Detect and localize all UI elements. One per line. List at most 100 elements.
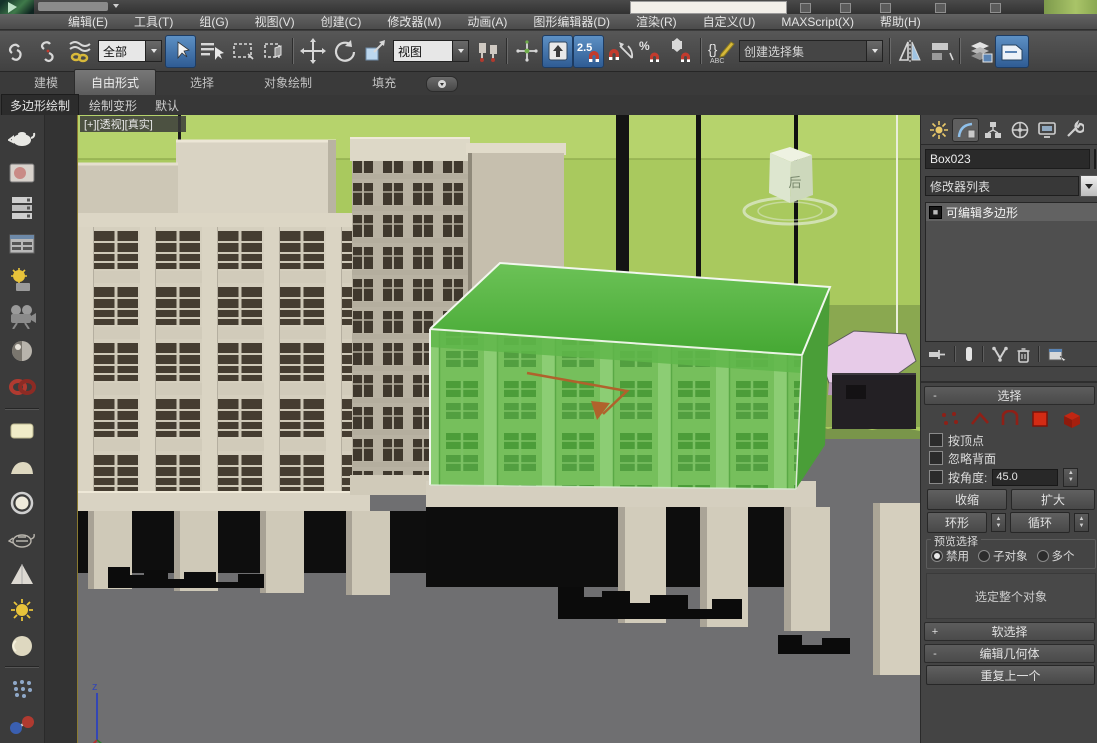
subobject-element-button[interactable] [1060,410,1084,429]
dome-object-button[interactable] [4,450,40,484]
subtab-polydraw[interactable]: 多边形绘制 [1,94,79,117]
rollout-soft-selection-header[interactable]: + 软选择 [924,622,1095,641]
app-logo-icon[interactable] [0,0,34,14]
ring-button[interactable]: 环形 [927,512,987,533]
align-button[interactable] [925,35,956,68]
preview-subobject-radio[interactable] [978,550,990,562]
rectangular-selection-region-button[interactable] [227,35,258,68]
tab-hierarchy[interactable] [979,118,1006,142]
subobject-vertex-button[interactable] [939,410,961,428]
preview-disabled-radio[interactable] [931,550,943,562]
reference-coordsys-dropdown[interactable]: 视图 [393,40,469,62]
disc-object-button[interactable] [4,486,40,520]
stack-expand-icon[interactable]: ■ [929,206,942,219]
object-color-swatch[interactable] [1094,149,1096,169]
graphite-ribbon-toggle[interactable] [995,35,1029,68]
sun-object-button[interactable] [4,593,40,627]
rollout-selection-header[interactable]: - 选择 [924,386,1095,405]
select-object-button[interactable] [165,35,196,68]
menu-modifiers[interactable]: 修改器(M) [374,13,454,30]
select-and-scale-button[interactable] [359,35,390,68]
camera-button[interactable] [4,299,40,333]
viewport-canvas[interactable]: 后 [77,115,920,743]
quick-access-toolbar[interactable] [38,2,108,11]
select-and-manipulate-button[interactable] [511,35,542,68]
edit-named-selection-sets-button[interactable]: {}ABC [705,35,736,68]
material-preview-button[interactable] [4,156,40,190]
tab-create[interactable] [925,118,952,142]
tab-modify[interactable] [952,118,979,142]
subobject-edge-button[interactable] [969,410,991,428]
selection-filter-dropdown[interactable]: 全部 [98,40,162,62]
ignore-backfacing-checkbox[interactable] [929,451,943,465]
make-unique-icon[interactable] [991,346,1009,362]
collapse-icon[interactable]: - [930,648,940,660]
menu-animation[interactable]: 动画(A) [454,13,520,30]
angle-spinner[interactable]: ▲▼ [1063,468,1078,487]
menu-edit[interactable]: 编辑(E) [55,13,121,30]
ribbon-tab-populate[interactable]: 填充 [356,70,412,95]
modifier-stack[interactable]: ■ 可编辑多边形 [925,202,1097,342]
keyboard-shortcut-override-toggle[interactable] [542,35,573,68]
cone-object-button[interactable] [4,557,40,591]
titlebar-icon[interactable] [880,3,891,13]
subobject-border-button[interactable] [999,410,1021,428]
select-by-name-button[interactable] [196,35,227,68]
torus-rings-button[interactable] [4,370,40,404]
quick-access-arrow-icon[interactable] [113,4,119,8]
wire-teapot-button[interactable] [4,521,40,555]
remove-modifier-trash-icon[interactable] [1016,346,1031,363]
modifier-list-arrow[interactable] [1080,175,1097,197]
grow-button[interactable]: 扩大 [1011,489,1095,510]
tab-motion[interactable] [1006,118,1033,142]
spinner-snap-toggle[interactable] [666,35,697,68]
schematic-view-button[interactable] [4,227,40,261]
sphere-object-button[interactable] [4,629,40,663]
daylight-button[interactable] [4,263,40,297]
ribbon-tab-modeling[interactable]: 建模 [18,70,74,95]
menu-maxscript[interactable]: MAXScript(X) [768,15,867,29]
mirror-button[interactable] [894,35,925,68]
by-vertex-checkbox[interactable] [929,433,943,447]
bind-to-space-warp-button[interactable] [64,35,95,68]
subtab-paint-deform[interactable]: 绘制变形 [81,95,145,116]
rollout-edit-geometry-header[interactable]: - 编辑几何体 [924,644,1095,663]
menu-help[interactable]: 帮助(H) [867,13,934,30]
light-sphere-button[interactable] [4,335,40,369]
ribbon-tab-object-paint[interactable]: 对象绘制 [248,70,328,95]
viewport-label-text[interactable]: [+][透视][真实] [84,117,153,131]
shrink-button[interactable]: 收缩 [927,489,1007,510]
titlebar-icon[interactable] [935,3,946,13]
titlebar-icon[interactable] [800,3,811,13]
viewport-label[interactable]: [+][透视][真实] [80,116,186,132]
percent-snap-toggle[interactable]: % [635,35,666,68]
menu-create[interactable]: 创建(C) [308,13,375,30]
menu-customize[interactable]: 自定义(U) [690,13,769,30]
loop-spinner[interactable]: ▲▼ [1074,513,1089,532]
menu-group[interactable]: 组(G) [186,13,241,30]
render-teapot-button[interactable] [4,120,40,154]
titlebar-icon[interactable] [990,3,1001,13]
stack-item-editable-poly[interactable]: ■ 可编辑多边形 [926,203,1097,221]
ring-spinner[interactable]: ▲▼ [991,513,1006,532]
show-end-result-icon[interactable] [963,345,975,363]
object-name-field[interactable] [925,149,1090,169]
menu-rendering[interactable]: 渲染(R) [623,13,690,30]
modifier-list-dropdown[interactable]: 修改器列表 [925,176,1079,196]
molecule-button[interactable] [4,708,40,742]
repeat-last-button[interactable]: 重复上一个 [926,665,1095,685]
named-selection-sets-dropdown[interactable]: 创建选择集 [739,40,883,62]
menu-tools[interactable]: 工具(T) [121,13,186,30]
by-angle-checkbox[interactable] [929,470,943,484]
particle-array-button[interactable] [4,672,40,706]
subtab-defaults[interactable]: 默认 [147,95,187,116]
menu-graph-editors[interactable]: 图形编辑器(D) [520,13,623,30]
tab-display[interactable] [1033,118,1060,142]
ribbon-tab-freeform[interactable]: 自由形式 [74,69,156,95]
unlink-selection-button[interactable] [33,35,64,68]
titlebar-icon[interactable] [840,3,851,13]
viewcube-face-label[interactable]: 后 [788,175,801,190]
ribbon-minimize-button[interactable] [426,76,458,92]
subobject-polygon-button[interactable] [1030,410,1052,428]
preview-multiple-radio[interactable] [1037,550,1049,562]
